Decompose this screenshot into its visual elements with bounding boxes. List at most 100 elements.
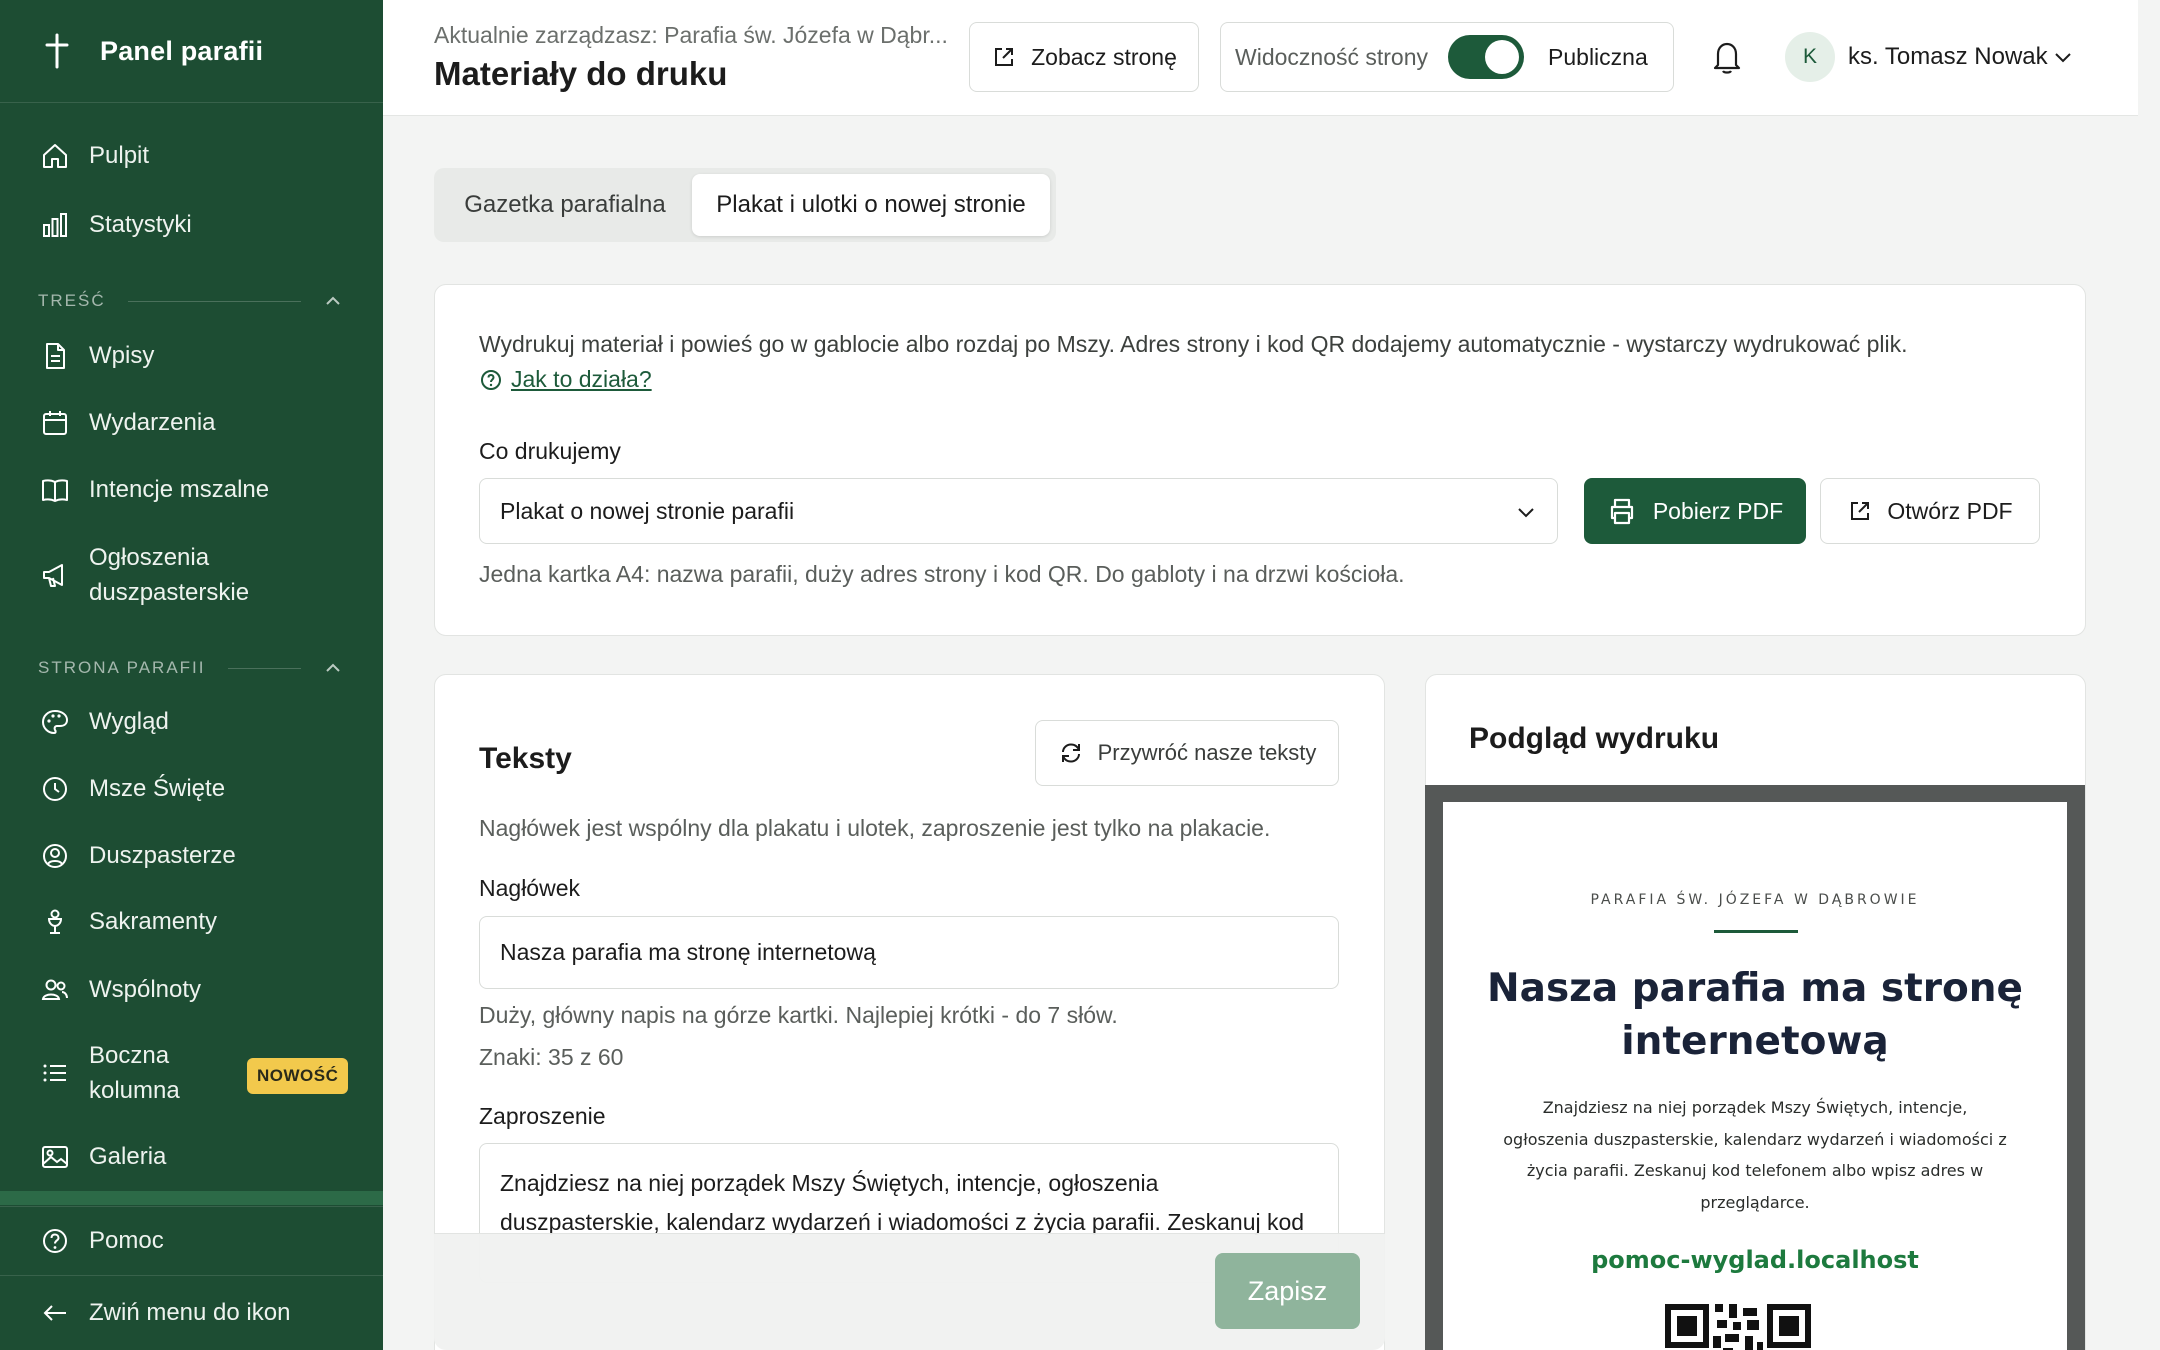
sidebar-item-msze[interactable]: Msze Święte bbox=[0, 771, 383, 807]
sidebar: Panel parafii Pulpit Statystyki TREŚĆ Wp… bbox=[0, 0, 383, 1350]
sidebar-item-sakramenty[interactable]: Sakramenty bbox=[0, 904, 383, 940]
help-link-label: Jak to działa? bbox=[511, 366, 652, 392]
preview-title: Podgląd wydruku bbox=[1469, 722, 1720, 755]
sidebar-item-wyglad[interactable]: Wygląd bbox=[0, 704, 383, 740]
list-icon bbox=[40, 1058, 70, 1088]
sidebar-item-label: Wpisy bbox=[89, 342, 155, 369]
open-pdf-label: Otwórz PDF bbox=[1887, 497, 2013, 524]
clock-icon bbox=[40, 774, 70, 804]
sidebar-item-label: Wydarzenia bbox=[89, 409, 216, 436]
sidebar-item-intencje[interactable]: Intencje mszalne bbox=[0, 472, 383, 508]
sidebar-item-ogloszenia[interactable]: Ogłoszenia duszpasterskie bbox=[0, 540, 383, 610]
external-link-icon bbox=[995, 48, 1014, 66]
sidebar-item-pomoc[interactable]: Pomoc bbox=[0, 1223, 383, 1259]
sidebar-item-label: Boczna kolumna bbox=[89, 1042, 180, 1104]
poster-page: PARAFIA ŚW. JÓZEFA W DĄBROWIE Nasza para… bbox=[1443, 802, 2067, 1350]
tab-bar: Gazetka parafialna Plakat i ulotki o now… bbox=[434, 168, 1056, 242]
help-icon bbox=[40, 1226, 70, 1256]
cross-icon bbox=[45, 33, 69, 69]
new-badge: NOWOŚĆ bbox=[247, 1058, 349, 1094]
calendar-icon bbox=[40, 408, 70, 438]
sidebar-item-label: Wspólnoty bbox=[89, 976, 202, 1003]
restore-texts-label: Przywróć nasze teksty bbox=[1097, 740, 1317, 765]
material-select[interactable]: Plakat o nowej stronie parafii bbox=[479, 478, 1558, 544]
material-description: Jedna kartka A4: nazwa parafii, duży adr… bbox=[479, 561, 1405, 587]
section-strona-parafii[interactable]: STRONA PARAFII bbox=[38, 658, 343, 678]
chevron-up-icon bbox=[326, 296, 340, 305]
brand-title: Panel parafii bbox=[100, 35, 264, 66]
chevron-down-icon bbox=[1518, 508, 1534, 518]
sidebar-item-wydarzenia[interactable]: Wydarzenia bbox=[0, 405, 383, 441]
book-icon bbox=[40, 475, 70, 505]
view-site-button[interactable]: Zobacz stronę bbox=[969, 22, 1199, 92]
sidebar-item-duszpasterze[interactable]: Duszpasterze bbox=[0, 838, 383, 874]
poster-headline: Nasza parafia ma stronę internetową bbox=[1487, 966, 2023, 1064]
help-link[interactable]: Jak to działa? bbox=[479, 366, 652, 393]
external-link-icon bbox=[1851, 502, 1870, 520]
tab-gazetka[interactable]: Gazetka parafialna bbox=[440, 174, 690, 236]
texts-title: Teksty bbox=[479, 742, 572, 775]
sidebar-item-label: Wygląd bbox=[89, 708, 169, 735]
select-value: Plakat o nowej stronie parafii bbox=[500, 497, 795, 524]
palette-icon bbox=[40, 707, 70, 737]
megaphone-icon bbox=[40, 560, 70, 590]
sidebar-item-label: Duszpasterze bbox=[89, 842, 236, 869]
printer-icon bbox=[1610, 498, 1633, 525]
help-circle-icon bbox=[481, 369, 501, 390]
sidebar-item-wpisy[interactable]: Wpisy bbox=[0, 338, 383, 374]
user-circle-icon bbox=[40, 841, 70, 871]
section-label: TREŚĆ bbox=[38, 291, 106, 310]
open-pdf-button[interactable]: Otwórz PDF bbox=[1820, 478, 2040, 544]
save-button[interactable]: Zapisz bbox=[1215, 1253, 1360, 1329]
sidebar-item-label: Galeria bbox=[89, 1143, 167, 1170]
collapse-menu-button[interactable]: Zwiń menu do ikon bbox=[0, 1295, 383, 1331]
view-site-label: Zobacz stronę bbox=[1031, 43, 1177, 70]
sidebar-item-label: Sakramenty bbox=[89, 908, 218, 935]
sidebar-item-wspolnoty[interactable]: Wspólnoty bbox=[0, 972, 383, 1008]
current-parish: Aktualnie zarządzasz: Parafia św. Józefa… bbox=[434, 22, 948, 48]
intro-text: Wydrukuj materiał i powieś go w gablocie… bbox=[479, 331, 1908, 357]
restore-texts-button[interactable]: Przywróć nasze teksty bbox=[1035, 720, 1339, 786]
sidebar-item-label: Pulpit bbox=[89, 142, 150, 169]
invite-label: Zaproszenie bbox=[479, 1103, 606, 1129]
bell-icon[interactable] bbox=[1710, 38, 1744, 76]
heading-label: Nagłówek bbox=[479, 875, 580, 901]
sidebar-item-statystyki[interactable]: Statystyki bbox=[0, 207, 383, 243]
users-icon bbox=[40, 975, 70, 1005]
sidebar-item-label: Pomoc bbox=[89, 1227, 164, 1254]
qr-code-icon bbox=[1665, 1304, 1811, 1350]
poster-divider bbox=[1714, 930, 1798, 933]
heading-hint: Duży, główny napis na górze kartki. Najl… bbox=[479, 1002, 1118, 1028]
download-pdf-button[interactable]: Pobierz PDF bbox=[1584, 478, 1806, 544]
document-icon bbox=[40, 341, 70, 371]
image-icon bbox=[40, 1142, 70, 1172]
sidebar-item-pulpit[interactable]: Pulpit bbox=[0, 138, 383, 174]
sidebar-item-label: Statystyki bbox=[89, 211, 192, 238]
select-label: Co drukujemy bbox=[479, 438, 621, 464]
heading-char-count: Znaki: 35 z 60 bbox=[479, 1044, 624, 1070]
refresh-icon bbox=[1061, 743, 1080, 763]
user-name[interactable]: ks. Tomasz Nowak bbox=[1848, 43, 2048, 71]
texts-hint: Nagłówek jest wspólny dla plakatu i ulot… bbox=[479, 815, 1271, 841]
sidebar-item-label: Msze Święte bbox=[89, 775, 226, 802]
chalice-icon bbox=[40, 907, 70, 937]
visibility-control: Widoczność strony Publiczna bbox=[1220, 22, 1674, 92]
visibility-label: Widoczność strony bbox=[1235, 43, 1429, 70]
tab-plakat[interactable]: Plakat i ulotki o nowej stronie bbox=[692, 174, 1050, 236]
sidebar-item-label: Intencje mszalne bbox=[89, 476, 270, 503]
section-tresc[interactable]: TREŚĆ bbox=[38, 291, 343, 311]
sidebar-item-galeria[interactable]: Galeria bbox=[0, 1139, 383, 1175]
sidebar-brand[interactable]: Panel parafii bbox=[0, 0, 383, 103]
avatar[interactable]: K bbox=[1785, 32, 1835, 82]
chevron-down-icon[interactable] bbox=[2052, 46, 2074, 68]
download-pdf-label: Pobierz PDF bbox=[1652, 497, 1784, 524]
visibility-toggle[interactable] bbox=[1448, 35, 1525, 79]
top-bar: Aktualnie zarządzasz: Parafia św. Józefa… bbox=[383, 0, 2138, 116]
bar-chart-icon bbox=[40, 210, 70, 240]
home-icon bbox=[40, 141, 70, 171]
poster-parish-name: PARAFIA ŚW. JÓZEFA W DĄBROWIE bbox=[1590, 892, 1920, 908]
heading-input[interactable]: Nasza parafia ma stronę internetową bbox=[479, 916, 1339, 989]
print-preview: PARAFIA ŚW. JÓZEFA W DĄBROWIE Nasza para… bbox=[1425, 785, 2085, 1350]
sidebar-item-label: Zwiń menu do ikon bbox=[89, 1299, 291, 1326]
section-label: STRONA PARAFII bbox=[38, 658, 206, 677]
